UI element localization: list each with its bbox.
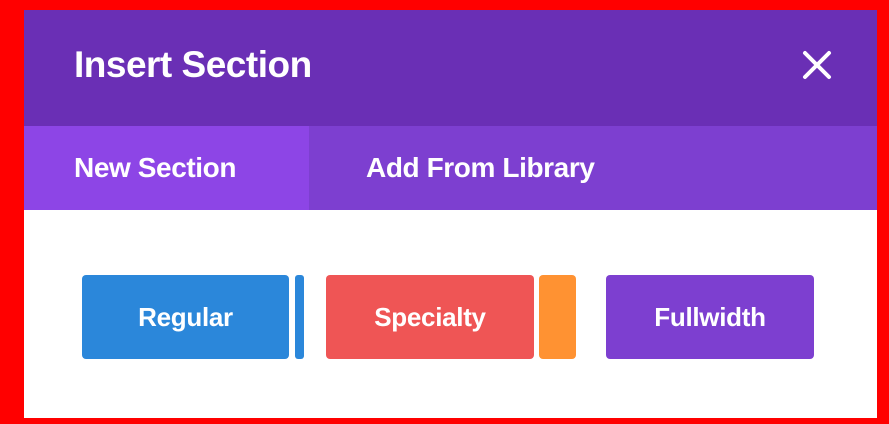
modal-header: Insert Section xyxy=(24,10,877,126)
section-type-options: Regular Specialty Fullwidth xyxy=(24,210,877,418)
tab-new-section[interactable]: New Section xyxy=(24,126,309,210)
fullwidth-section-button[interactable]: Fullwidth xyxy=(606,275,814,359)
regular-section-accent[interactable] xyxy=(295,275,304,359)
regular-section-button[interactable]: Regular xyxy=(82,275,289,359)
insert-section-modal: Insert Section New Section Add From Libr… xyxy=(0,0,889,424)
tab-bar: New Section Add From Library xyxy=(24,126,877,210)
tab-add-from-library[interactable]: Add From Library xyxy=(309,126,595,210)
specialty-section-accent[interactable] xyxy=(539,275,576,359)
modal-title: Insert Section xyxy=(74,44,312,85)
close-icon[interactable] xyxy=(797,45,837,85)
specialty-section-button[interactable]: Specialty xyxy=(326,275,534,359)
